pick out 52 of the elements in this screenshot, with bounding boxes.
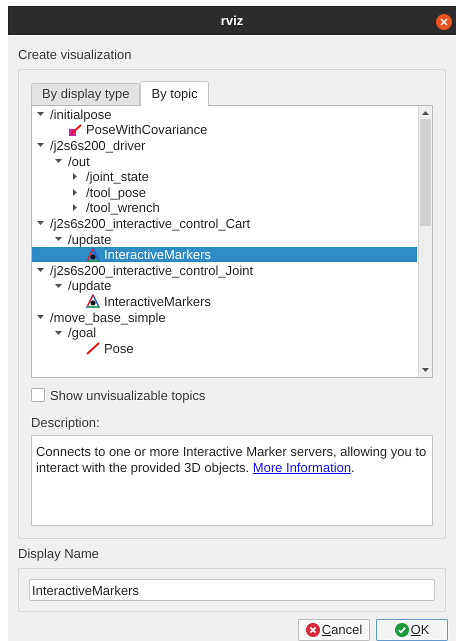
- arrow-square-icon: [68, 122, 82, 137]
- tree-item[interactable]: /out: [32, 153, 417, 169]
- tree-item[interactable]: InteractiveMarkers: [32, 246, 417, 262]
- checkbox-label: Show unvisualizable topics: [50, 386, 206, 405]
- expanded-icon[interactable]: [55, 159, 62, 164]
- window-title: rviz: [220, 12, 244, 30]
- tree-item[interactable]: /tool_wrench: [32, 200, 417, 216]
- checkbox[interactable]: [31, 388, 45, 402]
- expanded-icon[interactable]: [37, 315, 44, 320]
- expanded-icon[interactable]: [55, 237, 62, 242]
- more-information-link[interactable]: More Information: [252, 460, 352, 475]
- expanded-icon[interactable]: [37, 143, 44, 148]
- scroll-up-icon[interactable]: [422, 110, 429, 114]
- collapsed-icon[interactable]: [73, 173, 77, 180]
- section-heading: Create visualization: [18, 46, 132, 62]
- cancel-icon: [306, 623, 320, 637]
- tree-item[interactable]: /initialpose: [32, 106, 417, 122]
- close-button[interactable]: [436, 14, 452, 30]
- collapsed-icon[interactable]: [73, 204, 77, 212]
- ok-button[interactable]: OK: [376, 619, 448, 641]
- tree-item[interactable]: /joint_state: [32, 168, 417, 184]
- collapsed-icon[interactable]: [73, 188, 77, 196]
- tree-item[interactable]: /j2s6s200_driver: [32, 138, 417, 154]
- close-icon: [440, 18, 448, 26]
- scrollbar[interactable]: [418, 106, 432, 376]
- tree-item[interactable]: InteractiveMarkers: [32, 294, 417, 310]
- tab[interactable]: By display type: [31, 82, 140, 104]
- triangle-marker-icon: [86, 248, 100, 262]
- scrollbar-thumb[interactable]: [420, 118, 431, 226]
- description-text: Connects to one or more Interactive Marker servers, allowing you to interact with the provided 3D objects. More Information.: [36, 444, 428, 476]
- expanded-icon[interactable]: [55, 330, 62, 335]
- tree-item[interactable]: Pose: [32, 340, 417, 356]
- expanded-icon[interactable]: [37, 221, 44, 226]
- tree-item[interactable]: /goal: [32, 324, 417, 340]
- triangle-marker-icon: [86, 294, 100, 308]
- tree-item[interactable]: /tool_pose: [32, 184, 417, 200]
- tree-item[interactable]: /j2s6s200_interactive_control_Joint: [32, 262, 417, 278]
- display-name-field[interactable]: InteractiveMarkers: [29, 579, 435, 601]
- expanded-icon[interactable]: [37, 112, 44, 116]
- expanded-icon[interactable]: [37, 268, 44, 272]
- tab[interactable]: By topic: [140, 80, 209, 106]
- check-icon: [394, 623, 409, 637]
- tree-item[interactable]: PoseWithCovariance: [32, 122, 417, 138]
- tree-item[interactable]: /update: [32, 278, 417, 294]
- display-name-label: Display Name: [18, 546, 100, 562]
- tree-item[interactable]: /update: [32, 231, 417, 247]
- tree-item[interactable]: /move_base_simple: [32, 309, 417, 325]
- tree-item[interactable]: /j2s6s200_interactive_control_Cart: [32, 216, 417, 232]
- description-label: Description:: [31, 415, 101, 431]
- scroll-down-icon[interactable]: [422, 368, 429, 372]
- expanded-icon[interactable]: [55, 284, 62, 288]
- cancel-button[interactable]: Cancel: [298, 619, 370, 641]
